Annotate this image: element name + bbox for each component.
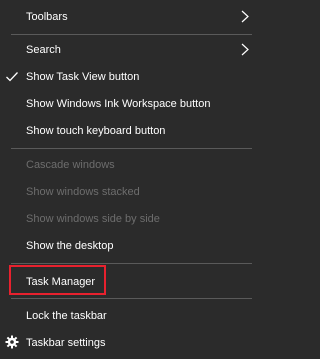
menu-separator [11, 34, 252, 35]
chevron-right-icon [241, 43, 249, 56]
menu-item-taskbar-settings[interactable]: Taskbar settings [0, 329, 257, 356]
menu-item-toolbars[interactable]: Toolbars [0, 3, 257, 30]
menu-item-lock-the-taskbar[interactable]: Lock the taskbar [0, 302, 257, 329]
menu-item-label: Lock the taskbar [26, 310, 107, 322]
taskbar-context-menu: Toolbars Search Show Task View button Sh… [0, 0, 257, 359]
menu-separator [11, 148, 252, 149]
menu-item-show-windows-side-by-side: Show windows side by side [0, 205, 257, 232]
menu-item-label: Show Task View button [26, 71, 140, 83]
menu-item-label: Cascade windows [26, 159, 115, 171]
menu-separator [11, 263, 252, 264]
menu-item-label: Search [26, 44, 61, 56]
gear-icon [5, 335, 19, 349]
task-manager-highlight-box [9, 265, 106, 295]
menu-item-label: Taskbar settings [26, 337, 106, 349]
menu-item-show-windows-stacked: Show windows stacked [0, 178, 257, 205]
menu-item-search[interactable]: Search [0, 36, 257, 63]
menu-item-show-task-view-button[interactable]: Show Task View button [0, 63, 257, 90]
menu-item-label: Show windows stacked [26, 186, 140, 198]
menu-item-cascade-windows: Cascade windows [0, 151, 257, 178]
menu-item-show-touch-keyboard-button[interactable]: Show touch keyboard button [0, 117, 257, 144]
chevron-right-icon [241, 10, 249, 23]
menu-item-label: Toolbars [26, 11, 68, 23]
menu-item-label: Show Windows Ink Workspace button [26, 98, 211, 110]
menu-item-show-windows-ink-workspace-button[interactable]: Show Windows Ink Workspace button [0, 90, 257, 117]
menu-item-label: Show windows side by side [26, 213, 160, 225]
checkmark-icon [6, 72, 18, 82]
menu-item-show-the-desktop[interactable]: Show the desktop [0, 232, 257, 259]
menu-item-label: Show touch keyboard button [26, 125, 166, 137]
menu-separator [11, 298, 252, 299]
menu-item-label: Show the desktop [26, 240, 114, 252]
